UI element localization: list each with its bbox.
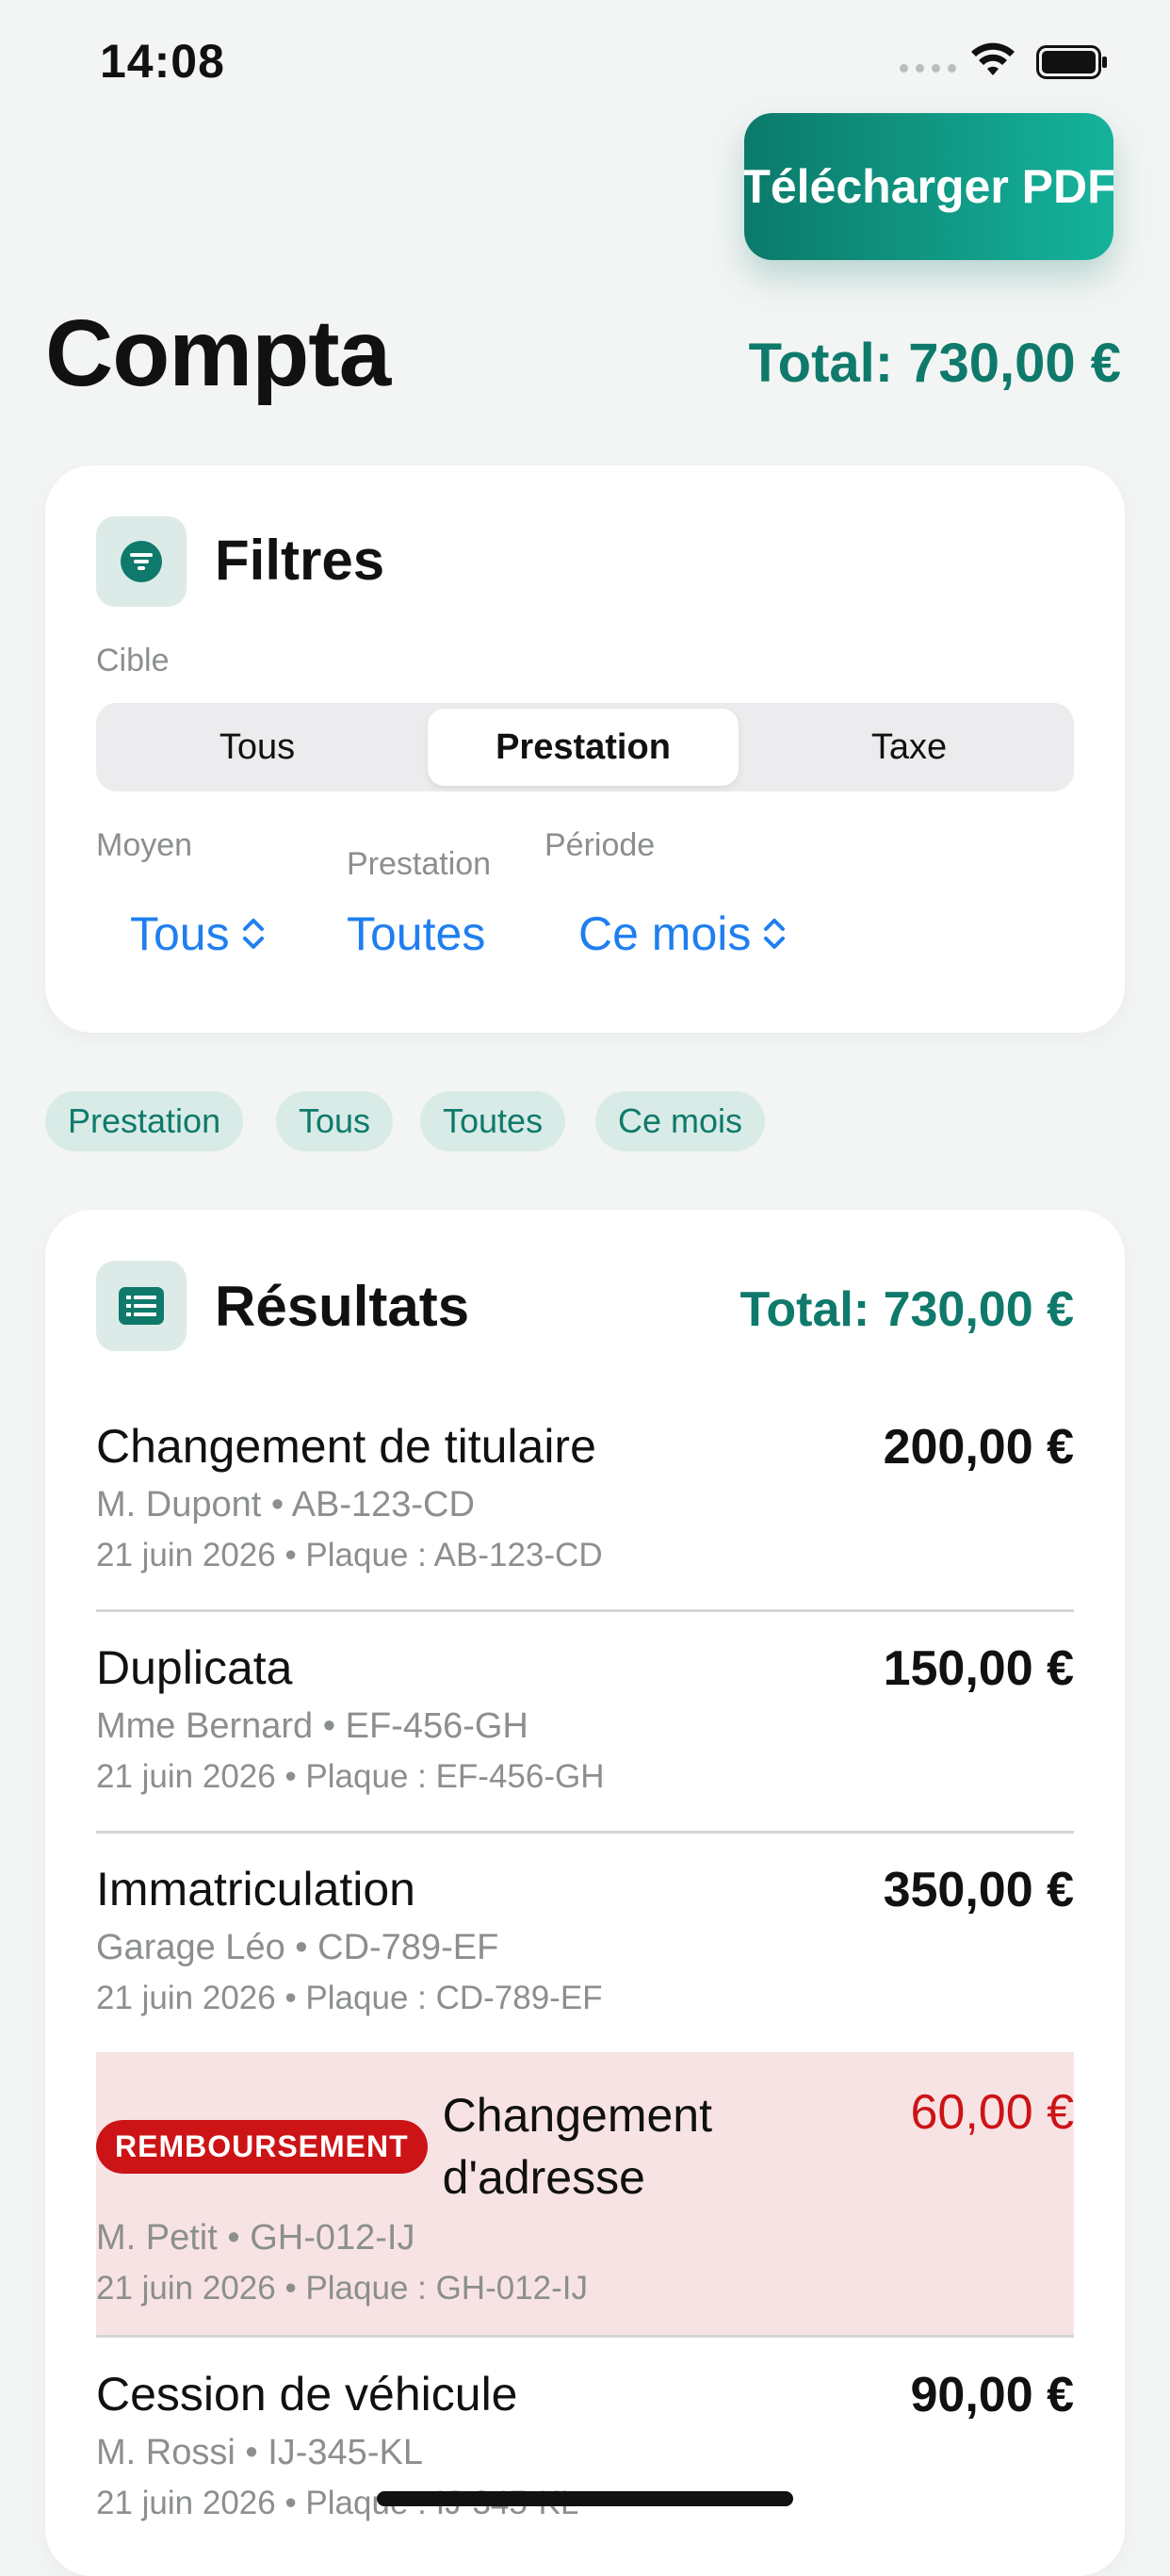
page-title: Compta (45, 301, 391, 406)
cellular-signal-icon (900, 64, 956, 73)
result-amount: 150,00 € (883, 1641, 1074, 1696)
result-client: M. Petit • GH-012-IJ (96, 2218, 415, 2258)
segment-taxe[interactable]: Taxe (754, 709, 1064, 786)
prestation-label: Prestation (347, 846, 492, 882)
chip-prestation[interactable]: Prestation (45, 1091, 244, 1151)
chevron-up-down-icon (764, 919, 786, 949)
header-total: Total: 730,00 € (748, 333, 1121, 394)
moyen-picker[interactable]: Tous (130, 906, 266, 961)
refund-badge: REMBOURSEMENT (96, 2120, 428, 2174)
result-meta: 21 juin 2026 • Plaque : GH-012-IJ (96, 2270, 589, 2307)
result-amount: 350,00 € (883, 1863, 1074, 1917)
chevron-up-down-icon (242, 919, 264, 949)
result-row[interactable]: Immatriculation 350,00 € Garage Léo • CD… (96, 1862, 1074, 2018)
periode-picker[interactable]: Ce mois (578, 906, 787, 961)
target-label: Cible (96, 643, 170, 678)
result-row[interactable]: Duplicata 150,00 € Mme Bernard • EF-456-… (96, 1640, 1074, 1797)
segment-tous[interactable]: Tous (102, 709, 413, 786)
divider (96, 2335, 1074, 2338)
list-icon (96, 1261, 187, 1351)
results-title: Résultats (215, 1275, 470, 1338)
result-client: M. Rossi • IJ-345-KL (96, 2433, 423, 2472)
target-segmented-control: Tous Prestation Taxe (96, 703, 1074, 791)
result-meta: 21 juin 2026 • Plaque : CD-789-EF (96, 1980, 603, 2016)
result-row-refund[interactable]: REMBOURSEMENT Changement d'adresse 60,00… (96, 2084, 1074, 2320)
filter-icon (96, 516, 187, 607)
result-meta: 21 juin 2026 • Plaque : AB-123-CD (96, 1537, 603, 1573)
chip-periode[interactable]: Ce mois (595, 1091, 766, 1151)
chip-prestation-type[interactable]: Toutes (420, 1091, 566, 1151)
home-indicator (377, 2491, 793, 2506)
result-title-line-1: Changement (442, 2089, 712, 2142)
periode-picker-value: Ce mois (578, 907, 752, 960)
result-row[interactable]: Changement de titulaire 200,00 € M. Dupo… (96, 1419, 1074, 1575)
result-client: Mme Bernard • EF-456-GH (96, 1706, 528, 1746)
download-pdf-button[interactable]: Télécharger PDF (744, 113, 1113, 260)
result-client: M. Dupont • AB-123-CD (96, 1485, 475, 1524)
chip-moyen[interactable]: Tous (276, 1091, 394, 1151)
result-amount: 200,00 € (883, 1420, 1074, 1475)
moyen-label: Moyen (96, 827, 193, 863)
wifi-icon (971, 42, 1015, 75)
divider (96, 1609, 1074, 1612)
result-meta: 21 juin 2026 • Plaque : EF-456-GH (96, 1758, 605, 1795)
segment-prestation[interactable]: Prestation (428, 709, 739, 786)
result-client: Garage Léo • CD-789-EF (96, 1928, 499, 1967)
result-amount: 90,00 € (910, 2368, 1075, 2422)
status-time: 14:08 (100, 35, 225, 88)
divider (96, 1831, 1074, 1834)
filters-title: Filtres (215, 529, 385, 592)
prestation-picker-value: Toutes (347, 907, 486, 960)
periode-label: Période (544, 827, 656, 863)
prestation-picker[interactable]: Toutes (347, 906, 485, 961)
results-total: Total: 730,00 € (739, 1282, 1074, 1337)
result-title-line-2: d'adresse (442, 2151, 645, 2204)
result-amount: 60,00 € (910, 2085, 1075, 2140)
moyen-picker-value: Tous (130, 907, 230, 960)
battery-icon (1036, 45, 1107, 79)
